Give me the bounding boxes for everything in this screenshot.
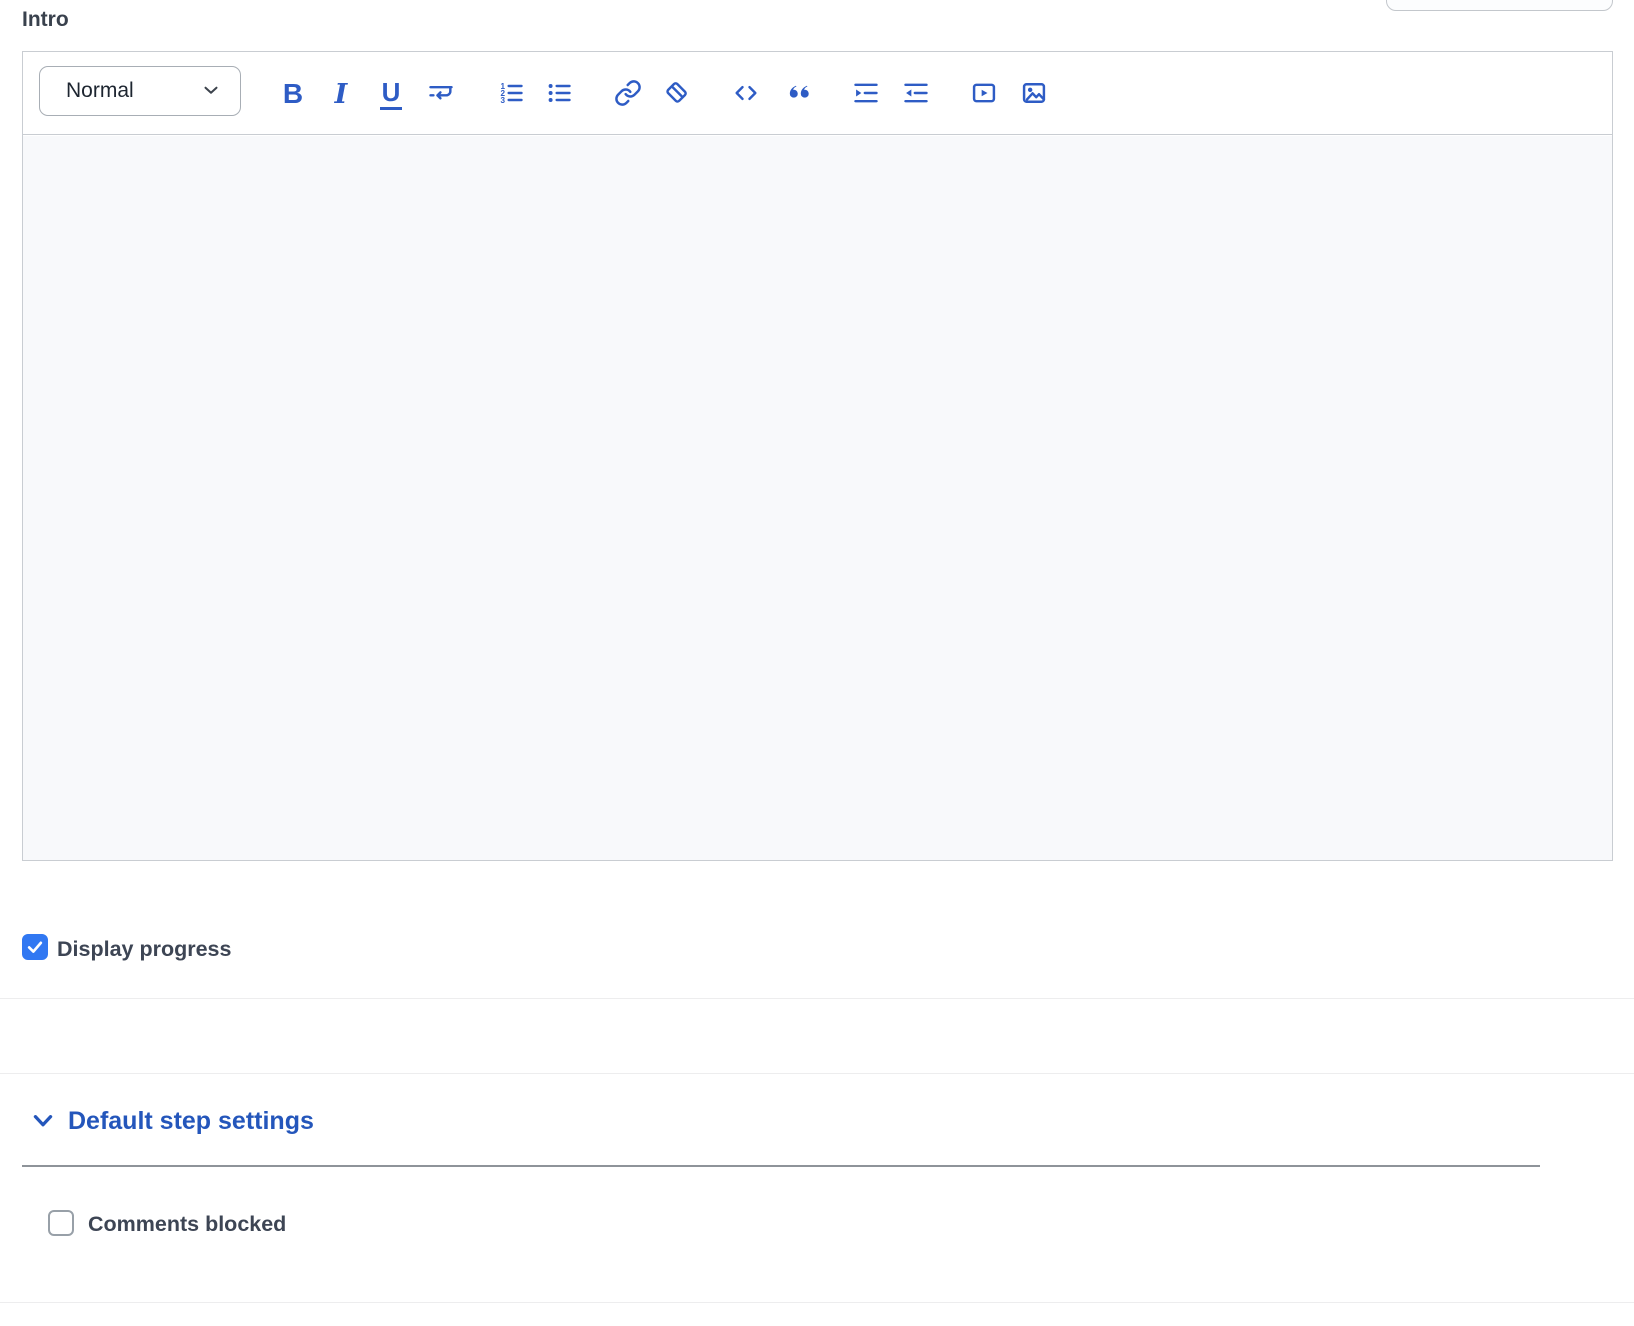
paragraph-style-dropdown[interactable]: Normal (39, 66, 241, 116)
underline-button[interactable]: U (369, 72, 413, 116)
editor-toolbar: Normal B I U 1 2 (23, 52, 1612, 135)
code-icon (732, 79, 760, 110)
svg-text:3: 3 (501, 95, 506, 104)
ordered-list-button[interactable]: 1 2 3 (489, 72, 533, 116)
image-icon (1020, 79, 1048, 110)
indent-icon (852, 79, 880, 110)
default-step-settings-title: Default step settings (68, 1107, 314, 1136)
intro-field-label: Intro (22, 8, 69, 32)
default-step-settings-toggle[interactable]: Default step settings (30, 1100, 314, 1142)
bold-icon: B (283, 80, 303, 108)
bottom-divider (0, 1302, 1634, 1303)
outdent-icon (902, 79, 930, 110)
comments-blocked-checkbox[interactable] (48, 1210, 74, 1236)
section-divider (0, 998, 1634, 999)
video-icon (970, 79, 998, 110)
ordered-list-icon: 1 2 3 (497, 79, 525, 110)
section-divider (0, 1073, 1634, 1074)
editor-content-area[interactable] (23, 136, 1612, 860)
line-break-icon (427, 79, 455, 110)
bold-button[interactable]: B (271, 72, 315, 116)
display-progress-checkbox[interactable] (22, 934, 48, 960)
chevron-down-icon (30, 1108, 56, 1134)
underline-icon: U (380, 79, 403, 110)
chevron-down-icon (200, 79, 222, 104)
blockquote-button[interactable] (776, 72, 820, 116)
intro-rich-text-editor: Normal B I U 1 2 (22, 51, 1613, 861)
section-underline-divider (22, 1165, 1540, 1167)
link-button[interactable] (606, 72, 650, 116)
top-right-button[interactable] (1386, 0, 1613, 11)
remove-format-button[interactable] (654, 72, 698, 116)
blockquote-icon (784, 79, 812, 110)
paragraph-style-value: Normal (66, 79, 134, 103)
italic-button[interactable]: I (319, 72, 363, 116)
image-button[interactable] (1012, 72, 1056, 116)
video-button[interactable] (962, 72, 1006, 116)
outdent-button[interactable] (894, 72, 938, 116)
bullet-list-button[interactable] (537, 72, 581, 116)
remove-format-icon (662, 79, 690, 110)
comments-blocked-label: Comments blocked (88, 1212, 286, 1237)
italic-icon: I (335, 81, 348, 108)
display-progress-label: Display progress (57, 937, 231, 962)
indent-button[interactable] (844, 72, 888, 116)
link-icon (614, 79, 642, 110)
bullet-list-icon (545, 79, 573, 110)
code-button[interactable] (724, 72, 768, 116)
check-icon (25, 937, 45, 957)
line-break-button[interactable] (419, 72, 463, 116)
